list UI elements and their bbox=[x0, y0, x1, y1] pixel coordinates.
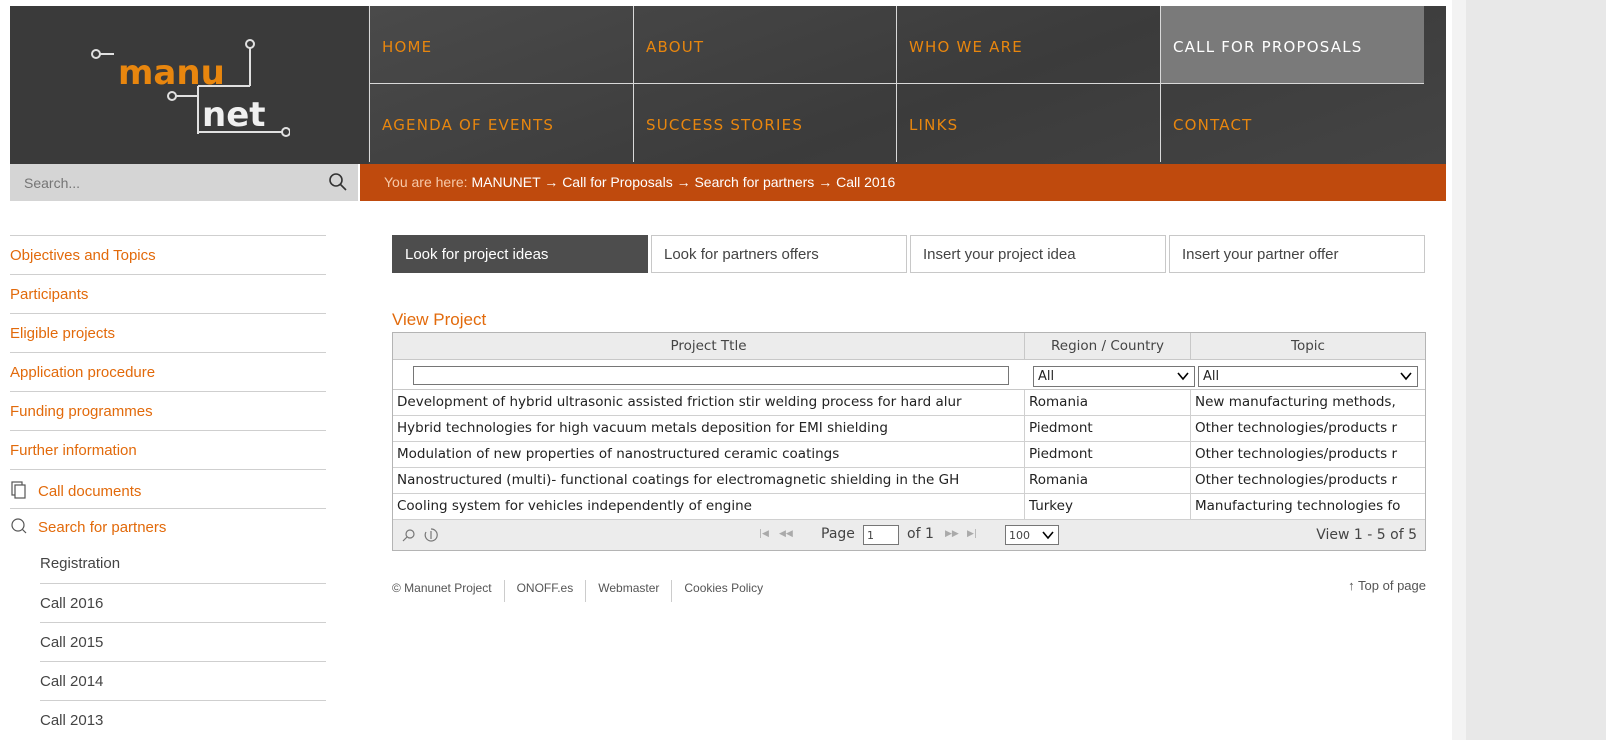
cell-title: Cooling system for vehicles independentl… bbox=[393, 494, 1025, 520]
svg-text:manu: manu bbox=[118, 53, 225, 93]
grid-pager: |◀ ◀◀ Page 1 of 1 ▶▶ ▶| 100 View 1 - 5 o… bbox=[393, 520, 1425, 550]
sidebar-item-funding-programmes[interactable]: Funding programmes bbox=[10, 391, 326, 430]
magnifier-icon bbox=[11, 518, 27, 534]
table-row[interactable]: Cooling system for vehicles independentl… bbox=[393, 494, 1425, 520]
page-label: Page bbox=[821, 526, 855, 542]
sidebar-subitem-call-2014[interactable]: Call 2014 bbox=[40, 661, 326, 700]
sidebar-item-further-information[interactable]: Further information bbox=[10, 430, 326, 469]
cell-region: Romania bbox=[1025, 390, 1191, 416]
filter-row: All All bbox=[393, 360, 1425, 390]
breadcrumb-path[interactable]: MANUNET → Call for Proposals → Search fo… bbox=[471, 174, 895, 190]
next-page-icon[interactable]: ▶▶ bbox=[945, 529, 959, 539]
cell-topic: Other technologies/products r bbox=[1195, 472, 1398, 488]
topic-filter-value: All bbox=[1203, 369, 1220, 384]
breadcrumb: You are here: MANUNET → Call for Proposa… bbox=[360, 164, 1446, 201]
page-right-margin bbox=[1452, 0, 1606, 740]
table-row[interactable]: Hybrid technologies for high vacuum meta… bbox=[393, 416, 1425, 442]
tab-look-for-project-ideas[interactable]: Look for project ideas bbox=[392, 235, 648, 273]
page-size-value: 100 bbox=[1009, 529, 1030, 542]
table-row[interactable]: Modulation of new properties of nanostru… bbox=[393, 442, 1425, 468]
sidebar-subitem-call-2016[interactable]: Call 2016 bbox=[40, 583, 326, 622]
footer-link-webmaster[interactable]: Webmaster bbox=[586, 580, 673, 602]
cell-topic: Other technologies/products r bbox=[1195, 420, 1398, 436]
main-navigation: HOME ABOUT WHO WE ARE CALL FOR PROPOSALS… bbox=[369, 6, 1446, 164]
documents-icon bbox=[11, 481, 26, 499]
sidebar-item-eligible-projects[interactable]: Eligible projects bbox=[10, 313, 326, 352]
nav-contact[interactable]: CONTACT bbox=[1160, 84, 1424, 162]
table-row[interactable]: Nanostructured (multi)- functional coati… bbox=[393, 468, 1425, 494]
manunet-logo[interactable]: manu net bbox=[10, 6, 368, 164]
nav-agenda-of-events[interactable]: AGENDA OF EVENTS bbox=[369, 84, 637, 162]
cell-region: Romania bbox=[1025, 468, 1191, 494]
footer-link-cookies[interactable]: Cookies Policy bbox=[672, 580, 775, 602]
sidebar-subitem-registration[interactable]: Registration bbox=[40, 544, 326, 583]
previous-page-icon[interactable]: ◀◀ bbox=[779, 529, 793, 539]
sidebar-item-search-partners[interactable]: Search for partners bbox=[10, 508, 326, 544]
cell-region: Piedmont bbox=[1025, 416, 1191, 442]
search-icon[interactable] bbox=[328, 172, 348, 192]
search-partners-label: Search for partners bbox=[38, 519, 167, 536]
column-header-region[interactable]: Region / Country bbox=[1025, 333, 1191, 360]
title-filter-input[interactable] bbox=[413, 366, 1009, 385]
footer-link-onoff[interactable]: ONOFF.es bbox=[505, 580, 587, 602]
sidebar-item-objectives[interactable]: Objectives and Topics bbox=[10, 235, 326, 274]
top-of-page-link[interactable]: ↑ Top of page bbox=[1348, 578, 1426, 593]
nav-who-we-are[interactable]: WHO WE ARE bbox=[896, 6, 1164, 84]
page-number-input[interactable]: 1 bbox=[863, 525, 899, 545]
manunet-logo-graphic: manu net bbox=[91, 39, 290, 137]
sidebar: Objectives and Topics Participants Eligi… bbox=[10, 235, 326, 739]
sidebar-item-call-documents[interactable]: Call documents bbox=[10, 469, 326, 508]
partner-tabs: Look for project ideas Look for partners… bbox=[392, 235, 1426, 273]
chevron-down-icon bbox=[1042, 531, 1054, 540]
tab-insert-partner-offer[interactable]: Insert your partner offer bbox=[1169, 235, 1425, 273]
call-documents-label: Call documents bbox=[38, 483, 142, 500]
topic-filter-select[interactable]: All bbox=[1198, 366, 1418, 387]
sidebar-item-participants[interactable]: Participants bbox=[10, 274, 326, 313]
cell-topic: Manufacturing technologies fo bbox=[1195, 498, 1401, 514]
last-page-icon[interactable]: ▶| bbox=[967, 529, 977, 539]
grid-header: Project Ttle Region / Country Topic bbox=[393, 333, 1425, 360]
svg-text:net: net bbox=[202, 95, 266, 135]
records-count: View 1 - 5 of 5 bbox=[1316, 527, 1417, 543]
search-icon[interactable] bbox=[401, 527, 417, 543]
nav-about[interactable]: ABOUT bbox=[633, 6, 901, 84]
site-search bbox=[10, 164, 358, 201]
sidebar-subitem-call-2013[interactable]: Call 2013 bbox=[40, 700, 326, 739]
nav-home[interactable]: HOME bbox=[369, 6, 637, 84]
column-header-topic[interactable]: Topic bbox=[1191, 333, 1425, 360]
cell-region: Turkey bbox=[1025, 494, 1191, 520]
nav-success-stories[interactable]: SUCCESS STORIES bbox=[633, 84, 901, 162]
sidebar-subitem-call-2015[interactable]: Call 2015 bbox=[40, 622, 326, 661]
chevron-down-icon bbox=[1177, 372, 1189, 381]
page-size-select[interactable]: 100 bbox=[1005, 525, 1059, 545]
page-total-label: of 1 bbox=[907, 526, 934, 542]
sidebar-item-application-procedure[interactable]: Application procedure bbox=[10, 352, 326, 391]
tab-insert-project-idea[interactable]: Insert your project idea bbox=[910, 235, 1166, 273]
refresh-icon[interactable] bbox=[423, 527, 439, 543]
region-filter-value: All bbox=[1038, 369, 1055, 384]
first-page-icon[interactable]: |◀ bbox=[759, 529, 769, 539]
breadcrumb-prefix: You are here: bbox=[384, 174, 468, 190]
cell-topic: New manufacturing methods, bbox=[1195, 394, 1396, 410]
nav-call-for-proposals[interactable]: CALL FOR PROPOSALS bbox=[1160, 6, 1424, 84]
table-row[interactable]: Development of hybrid ultrasonic assiste… bbox=[393, 390, 1425, 416]
nav-links[interactable]: LINKS bbox=[896, 84, 1164, 162]
cell-title: Nanostructured (multi)- functional coati… bbox=[393, 468, 1025, 494]
site-header: manu net HOME ABOUT WHO WE ARE CALL FOR … bbox=[10, 6, 1446, 164]
cell-region: Piedmont bbox=[1025, 442, 1191, 468]
cell-title: Hybrid technologies for high vacuum meta… bbox=[393, 416, 1025, 442]
view-project-title: View Project bbox=[392, 310, 487, 329]
cell-title: Modulation of new properties of nanostru… bbox=[393, 442, 1025, 468]
tab-look-for-partners-offers[interactable]: Look for partners offers bbox=[651, 235, 907, 273]
chevron-down-icon bbox=[1400, 372, 1412, 381]
cell-title: Development of hybrid ultrasonic assiste… bbox=[393, 390, 1025, 416]
cell-topic: Other technologies/products r bbox=[1195, 446, 1398, 462]
page-footer: © Manunet Project ONOFF.es Webmaster Cookie… bbox=[392, 578, 1426, 604]
footer-copyright: © Manunet Project bbox=[392, 580, 505, 602]
region-filter-select[interactable]: All bbox=[1033, 366, 1195, 387]
column-header-title[interactable]: Project Ttle bbox=[393, 333, 1025, 360]
projects-grid: Project Ttle Region / Country Topic All … bbox=[392, 332, 1426, 551]
search-input[interactable] bbox=[10, 164, 310, 201]
